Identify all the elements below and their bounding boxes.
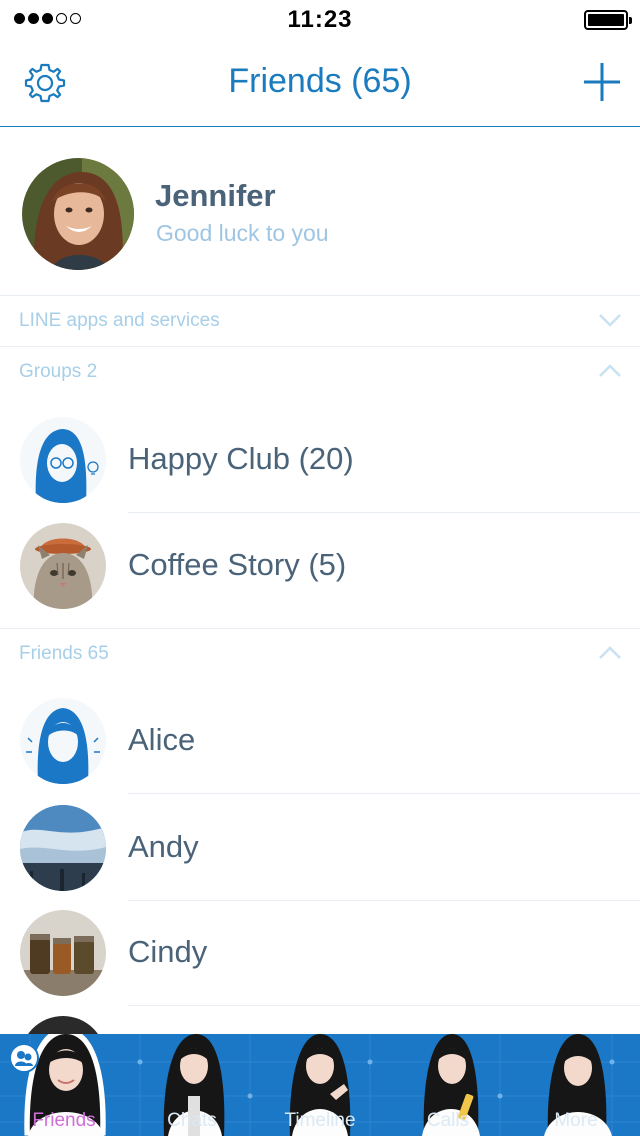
friend-avatar [20, 805, 106, 891]
friends-badge-icon [9, 1043, 39, 1073]
friend-avatar [20, 698, 106, 784]
friend-avatar [20, 910, 106, 996]
chevron-up-icon [599, 364, 621, 377]
add-friend-button[interactable] [582, 60, 622, 104]
group-avatar [20, 523, 106, 609]
friend-name: Andy [128, 829, 199, 864]
tab-more[interactable]: More [512, 1034, 640, 1136]
tab-label: Friends [32, 1110, 96, 1131]
my-profile-row[interactable]: Jennifer Good luck to you [0, 128, 640, 296]
tab-bar: Friends Chats Timeline Calls More [0, 1034, 640, 1136]
section-header-services[interactable]: LINE apps and services [0, 296, 640, 346]
tab-calls[interactable]: Calls [384, 1034, 512, 1136]
list-item[interactable]: Alice [0, 688, 640, 794]
friend-name: Alice [128, 722, 196, 757]
profile-name: Jennifer [155, 178, 276, 213]
chevron-up-icon [599, 646, 621, 659]
profile-status-message: Good luck to you [156, 220, 329, 246]
list-item[interactable]: Cindy [0, 900, 640, 1006]
tab-label: Calls [426, 1110, 470, 1131]
tab-chats[interactable]: Chats [128, 1034, 256, 1136]
battery-icon [584, 10, 632, 30]
section-header-groups[interactable]: Groups 2 [0, 347, 640, 397]
section-label: Groups 2 [19, 361, 98, 382]
group-name: Happy Club (20) [128, 441, 354, 476]
list-item[interactable] [0, 1006, 640, 1034]
page-title: Friends (65) [228, 62, 412, 100]
avatar [22, 158, 134, 270]
section-label: LINE apps and services [19, 310, 220, 331]
list-item[interactable]: Andy [0, 795, 640, 901]
status-bar: 11:23 [0, 0, 640, 40]
friend-name: Cindy [128, 934, 208, 969]
friend-avatar [20, 1016, 106, 1034]
tab-label: Timeline [284, 1110, 356, 1131]
clock: 11:23 [287, 6, 353, 33]
chevron-down-icon [599, 314, 621, 327]
tab-timeline[interactable]: Timeline [256, 1034, 384, 1136]
list-item[interactable]: Coffee Story (5) [0, 513, 640, 619]
tab-label: More [554, 1110, 598, 1131]
group-avatar [20, 417, 106, 503]
navigation-bar: Friends (65) [0, 40, 640, 127]
plus-icon [584, 63, 620, 101]
group-name: Coffee Story (5) [128, 547, 347, 582]
section-label: Friends 65 [19, 643, 109, 664]
list-item[interactable]: Happy Club (20) [0, 407, 640, 513]
tab-friends[interactable]: Friends [0, 1034, 128, 1136]
tab-label: Chats [167, 1110, 217, 1131]
section-header-friends[interactable]: Friends 65 [0, 629, 640, 679]
